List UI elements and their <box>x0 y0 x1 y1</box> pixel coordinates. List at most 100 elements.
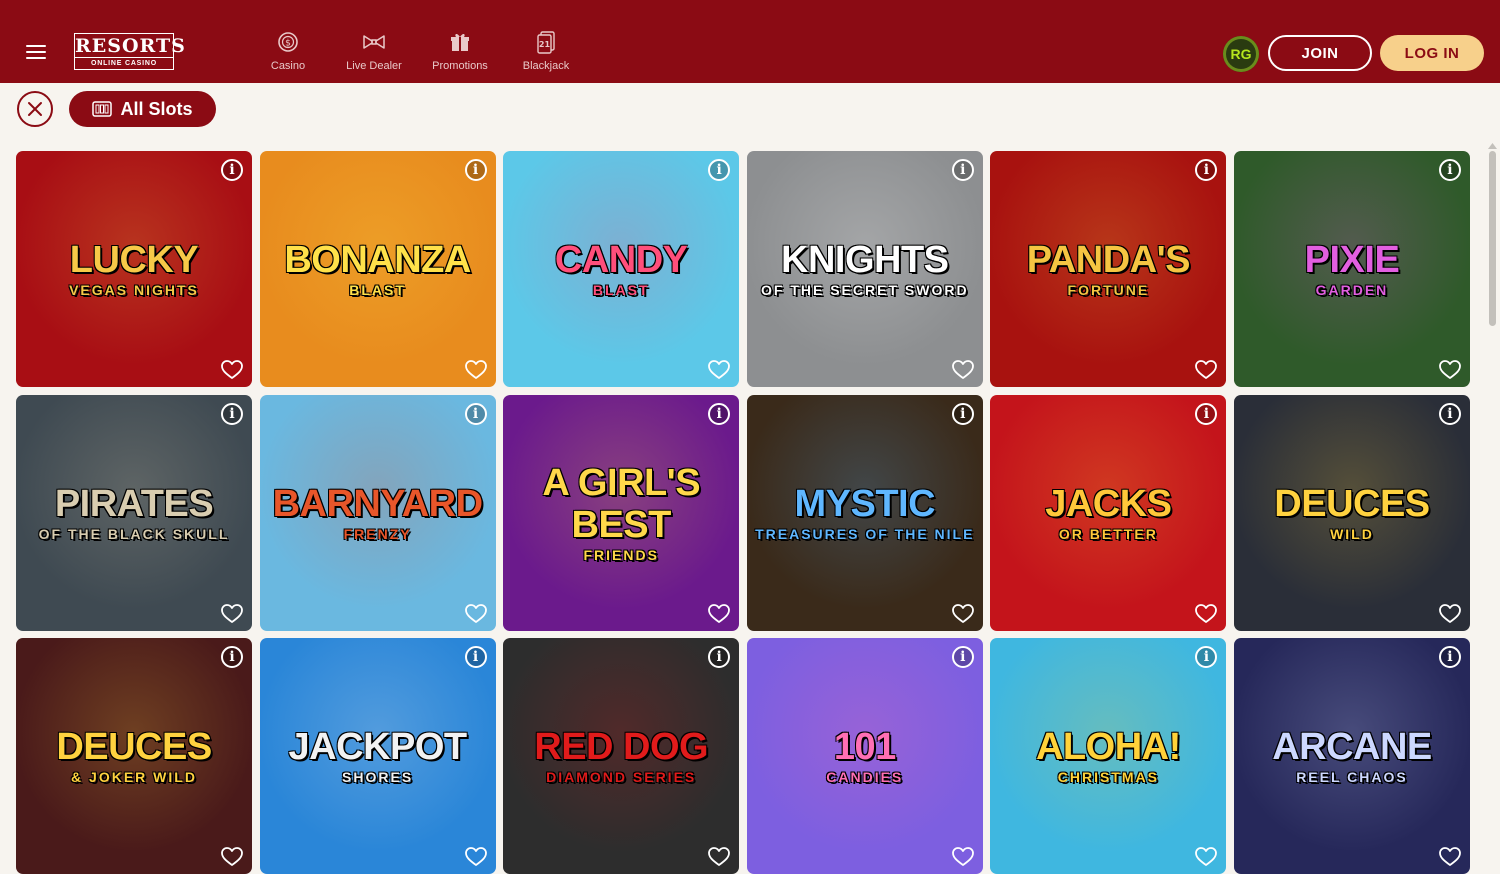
game-title-main: PIRATES <box>54 482 214 525</box>
game-title-sub: BLAST <box>592 282 650 298</box>
game-title-sub: WILD <box>1330 525 1374 542</box>
game-title-main: KNIGHTS <box>781 239 949 281</box>
game-title-sub: TREASURES OF THE NILE <box>755 525 975 542</box>
game-tile[interactable]: KNIGHTS OF THE SECRET SWORD i <box>746 151 983 387</box>
game-info-icon[interactable]: i <box>221 646 243 668</box>
favorite-heart-icon[interactable] <box>1439 847 1461 867</box>
nav-promotions[interactable]: Promotions <box>432 30 488 74</box>
game-title: LUCKY VEGAS NIGHTS <box>24 239 244 299</box>
game-title: RED DOG DIAMOND SERIES <box>511 726 731 786</box>
game-title-main: PANDA'S <box>1026 239 1191 281</box>
game-title-sub: FRENZY <box>343 525 412 542</box>
favorite-heart-icon[interactable] <box>464 847 487 867</box>
favorite-heart-icon[interactable] <box>221 603 243 624</box>
game-title-sub: DIAMOND SERIES <box>546 769 697 785</box>
close-filter-button[interactable] <box>17 91 53 127</box>
game-tile[interactable]: ALOHA! CHRISTMAS i <box>990 638 1227 874</box>
casino-chip-icon: $ <box>278 32 298 52</box>
favorite-heart-icon[interactable] <box>1195 847 1218 867</box>
game-info-icon[interactable]: i <box>708 159 731 181</box>
game-tile[interactable]: MYSTIC TREASURES OF THE NILE i <box>746 394 983 631</box>
game-tile[interactable]: PANDA'S FORTUNE i <box>990 151 1227 387</box>
game-info-icon[interactable]: i <box>1195 159 1218 181</box>
page-scrollbar[interactable] <box>1488 143 1497 844</box>
favorite-heart-icon[interactable] <box>221 360 243 380</box>
favorite-heart-icon[interactable] <box>951 603 974 624</box>
favorite-heart-icon[interactable] <box>1439 603 1461 624</box>
favorite-heart-icon[interactable] <box>951 847 974 867</box>
favorite-heart-icon[interactable] <box>708 360 731 380</box>
game-info-icon[interactable]: i <box>1195 646 1218 668</box>
game-title-main: MYSTIC <box>794 482 936 525</box>
game-tile[interactable]: JACKPOT SHORES i <box>259 638 496 874</box>
slot-machine-icon <box>92 101 113 117</box>
game-title-sub: OF THE SECRET SWORD <box>761 282 969 298</box>
scroll-up-arrow-icon[interactable] <box>1488 143 1497 149</box>
game-tile[interactable]: 101 CANDIES i <box>746 638 983 874</box>
game-title-main: ALOHA! <box>1035 726 1181 768</box>
nav-blackjack[interactable]: 21 Blackjack <box>522 30 570 74</box>
favorite-heart-icon[interactable] <box>221 847 243 867</box>
all-slots-label: All Slots <box>120 98 193 119</box>
game-info-icon[interactable]: i <box>1195 402 1218 425</box>
game-title: BONANZA BLAST <box>268 239 488 299</box>
game-tile[interactable]: JACKS OR BETTER i <box>990 394 1227 631</box>
favorite-heart-icon[interactable] <box>708 603 731 624</box>
game-title-main: DEUCES <box>1274 482 1430 525</box>
nav-promotions-label: Promotions <box>432 60 488 72</box>
favorite-heart-icon[interactable] <box>1195 360 1218 380</box>
game-info-icon[interactable]: i <box>464 646 487 668</box>
game-info-icon[interactable]: i <box>708 646 731 668</box>
game-info-icon[interactable]: i <box>221 159 243 181</box>
game-tile[interactable]: A GIRL'S BEST FRIENDS i <box>503 394 740 631</box>
favorite-heart-icon[interactable] <box>1195 603 1218 624</box>
game-title-main: CANDY <box>554 239 688 281</box>
game-title-sub: BLAST <box>349 282 406 298</box>
bow-tie-icon <box>363 35 385 49</box>
game-info-icon[interactable]: i <box>1438 159 1461 181</box>
top-navigation-bar: RESORTS ONLINE CASINO $ Casino Live Deal… <box>0 0 1500 83</box>
game-tile[interactable]: DEUCES & JOKER WILD i <box>16 638 252 874</box>
nav-live-dealer[interactable]: Live Dealer <box>345 30 403 74</box>
login-button[interactable]: LOG IN <box>1380 35 1484 71</box>
game-tile[interactable]: BONANZA BLAST i <box>259 151 496 387</box>
game-title-sub: VEGAS NIGHTS <box>69 282 199 298</box>
game-info-icon[interactable]: i <box>1438 646 1461 668</box>
svg-text:21: 21 <box>539 40 551 49</box>
game-tile[interactable]: BARNYARD FRENZY i <box>259 394 496 631</box>
game-info-icon[interactable]: i <box>951 402 974 425</box>
game-title-main: JACKPOT <box>288 726 468 768</box>
scrollbar-thumb[interactable] <box>1489 151 1496 326</box>
game-info-icon[interactable]: i <box>464 159 487 181</box>
game-tile[interactable]: CANDY BLAST i <box>503 151 740 387</box>
game-tile[interactable]: PIRATES OF THE BLACK SKULL i <box>16 394 252 631</box>
resorts-logo[interactable]: RESORTS ONLINE CASINO <box>74 33 185 73</box>
favorite-heart-icon[interactable] <box>464 360 487 380</box>
game-title-main: BARNYARD <box>272 482 483 525</box>
svg-text:$: $ <box>285 39 291 49</box>
game-tile[interactable]: DEUCES WILD i <box>1233 394 1470 631</box>
nav-casino[interactable]: $ Casino <box>268 30 308 74</box>
menu-icon[interactable] <box>26 45 46 61</box>
game-info-icon[interactable]: i <box>464 402 487 425</box>
logo-sub-text: ONLINE CASINO <box>74 57 174 70</box>
game-title-main: JACKS <box>1045 482 1172 525</box>
game-tile[interactable]: RED DOG DIAMOND SERIES i <box>503 638 740 874</box>
game-info-icon[interactable]: i <box>951 159 974 181</box>
game-title-main: A GIRL'S BEST <box>542 461 701 546</box>
game-tile[interactable]: ARCANE REEL CHAOS i <box>1233 638 1470 874</box>
game-info-icon[interactable]: i <box>221 402 243 425</box>
game-info-icon[interactable]: i <box>708 402 731 425</box>
favorite-heart-icon[interactable] <box>951 360 974 380</box>
game-info-icon[interactable]: i <box>1438 402 1461 425</box>
responsible-gaming-badge[interactable]: RG <box>1223 36 1259 72</box>
favorite-heart-icon[interactable] <box>708 847 731 867</box>
game-info-icon[interactable]: i <box>951 646 974 668</box>
game-tile[interactable]: PIXIE GARDEN i <box>1233 151 1470 387</box>
all-slots-filter-chip[interactable]: All Slots <box>69 91 216 127</box>
join-button[interactable]: JOIN <box>1268 35 1372 71</box>
game-tile[interactable]: LUCKY VEGAS NIGHTS i <box>16 151 252 387</box>
game-title: PIRATES OF THE BLACK SKULL <box>24 483 244 543</box>
favorite-heart-icon[interactable] <box>1439 360 1461 380</box>
favorite-heart-icon[interactable] <box>464 603 487 624</box>
